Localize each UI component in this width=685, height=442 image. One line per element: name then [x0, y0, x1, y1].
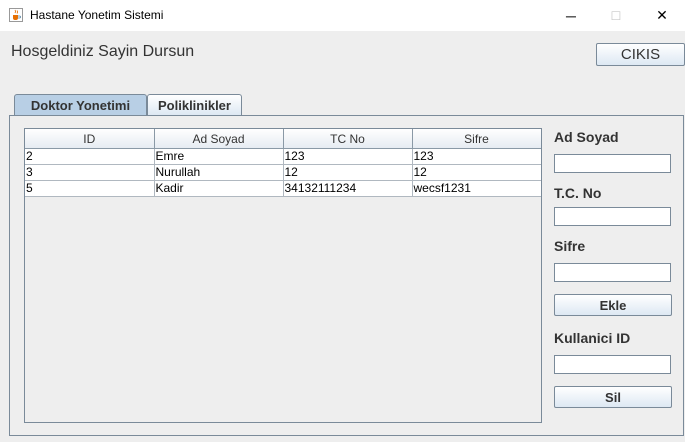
user-id-label: Kullanici ID	[554, 330, 631, 346]
close-button[interactable]: ✕	[639, 0, 685, 31]
table-cell[interactable]: Emre	[153, 148, 284, 165]
table-row[interactable]: 2 Emre 123 123	[25, 148, 541, 165]
column-header-sifre[interactable]: Sifre	[411, 129, 541, 149]
table-cell[interactable]: Kadir	[153, 180, 284, 197]
password-field[interactable]	[554, 263, 671, 282]
name-field[interactable]	[554, 154, 671, 173]
tab-poliklinikler[interactable]: Poliklinikler	[147, 94, 242, 115]
title-bar: Hastane Yonetim Sistemi ─ ☐ ✕	[0, 0, 685, 31]
table-cell[interactable]: 34132111234	[282, 180, 413, 197]
doctor-table-pane[interactable]: ID Ad Soyad TC No Sifre 2 Emre 123 123 3	[24, 128, 542, 423]
user-id-field[interactable]	[554, 355, 671, 374]
tc-field[interactable]	[554, 207, 671, 226]
table-cell[interactable]: 3	[25, 164, 155, 181]
column-header-ad-soyad[interactable]: Ad Soyad	[153, 129, 284, 149]
table-header-row: ID Ad Soyad TC No Sifre	[25, 129, 541, 149]
name-label: Ad Soyad	[554, 129, 619, 145]
maximize-button: ☐	[610, 8, 622, 23]
doctor-table: ID Ad Soyad TC No Sifre 2 Emre 123 123 3	[25, 129, 541, 197]
tab-panel: ID Ad Soyad TC No Sifre 2 Emre 123 123 3	[9, 115, 684, 436]
window-content: Hosgeldiniz Sayin Dursun CIKIS Doktor Yo…	[0, 31, 685, 442]
table-cell[interactable]: wecsf1231	[411, 180, 541, 197]
java-cup-icon	[9, 8, 23, 22]
table-cell[interactable]: 12	[282, 164, 413, 181]
tc-label: T.C. No	[554, 185, 602, 201]
welcome-label: Hosgeldiniz Sayin Dursun	[11, 43, 195, 60]
table-cell[interactable]: 123	[411, 148, 541, 165]
password-label: Sifre	[554, 238, 586, 254]
tab-doktor-yonetimi[interactable]: Doktor Yonetimi	[14, 94, 147, 116]
table-row[interactable]: 5 Kadir 34132111234 wecsf1231	[25, 180, 541, 197]
table-cell[interactable]: Nurullah	[153, 164, 284, 181]
window-title: Hastane Yonetim Sistemi	[30, 8, 164, 22]
table-cell[interactable]: 123	[282, 148, 413, 165]
exit-button[interactable]: CIKIS	[596, 43, 685, 66]
minimize-button[interactable]: ─	[548, 0, 594, 31]
table-cell[interactable]: 12	[411, 164, 541, 181]
table-row[interactable]: 3 Nurullah 12 12	[25, 164, 541, 181]
column-header-tc-no[interactable]: TC No	[282, 129, 413, 149]
delete-button[interactable]: Sil	[554, 386, 672, 408]
add-button[interactable]: Ekle	[554, 294, 672, 316]
table-cell[interactable]: 5	[25, 180, 155, 197]
table-cell[interactable]: 2	[25, 148, 155, 165]
column-header-id[interactable]: ID	[25, 129, 155, 149]
